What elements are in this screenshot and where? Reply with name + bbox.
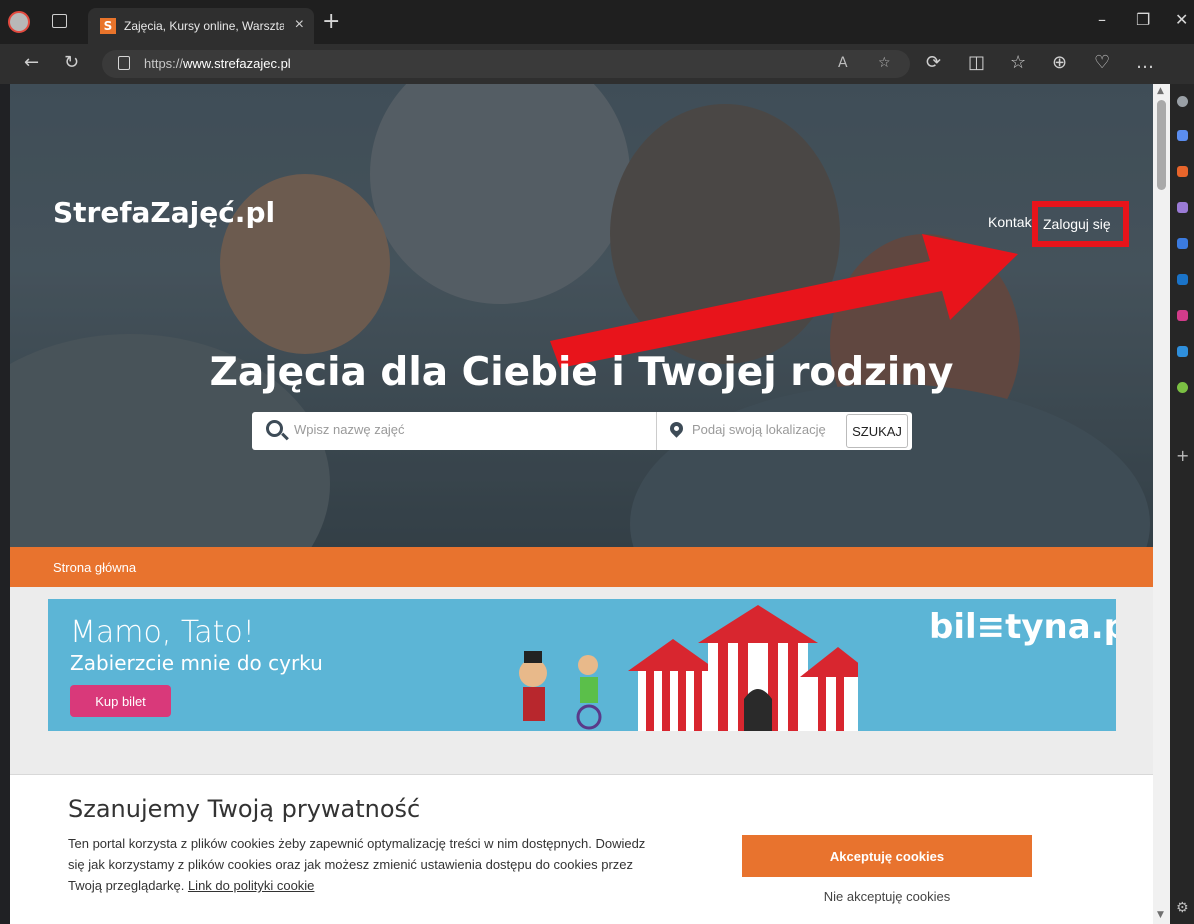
tab-close-icon[interactable]: × xyxy=(295,16,304,34)
sidebar-extension-icon[interactable] xyxy=(1177,382,1188,393)
circus-illustration xyxy=(519,605,858,731)
minimize-icon[interactable]: – xyxy=(1098,10,1106,29)
hero-title: Zajęcia dla Ciebie i Twojej rodziny xyxy=(209,350,954,395)
biletyna-logo[interactable]: bil≡tyna.pl xyxy=(929,607,1116,647)
tab-title: Zajęcia, Kursy online, Warsztaty, | xyxy=(124,19,284,33)
cookie-text: Ten portal korzysta z plików cookies żeb… xyxy=(68,833,658,896)
read-aloud-icon[interactable]: A xyxy=(838,55,848,71)
favorites-icon[interactable]: ☆ xyxy=(1010,52,1026,73)
nav-contact-link[interactable]: Kontakt xyxy=(988,214,1035,230)
sidebar-tools-icon[interactable] xyxy=(1177,166,1188,177)
tab-actions-icon[interactable] xyxy=(52,14,67,28)
browser-tab[interactable]: S Zajęcia, Kursy online, Warsztaty, | × xyxy=(88,8,314,44)
browser-tab-bar: S Zajęcia, Kursy online, Warsztaty, | × … xyxy=(0,0,1194,44)
accept-cookies-button[interactable]: Akceptuję cookies xyxy=(742,835,1032,877)
more-menu-icon[interactable]: … xyxy=(1136,52,1154,73)
scroll-up-icon[interactable]: ▲ xyxy=(1157,86,1164,96)
sidebar-search-icon[interactable] xyxy=(1177,96,1188,107)
hero-section: StrefaZajęć.pl Kontakt Zaloguj się Zajęc… xyxy=(10,84,1153,547)
site-favicon-icon: S xyxy=(100,18,116,34)
cookie-consent-panel: Szanujemy Twoją prywatność Ten portal ko… xyxy=(10,774,1153,924)
site-logo[interactable]: StrefaZajęć.pl xyxy=(53,196,275,229)
favorite-star-icon[interactable]: ☆ xyxy=(878,55,891,71)
web-page: StrefaZajęć.pl Kontakt Zaloguj się Zajęc… xyxy=(10,84,1153,924)
sidebar-outlook-icon[interactable] xyxy=(1177,274,1188,285)
scroll-down-icon[interactable]: ▼ xyxy=(1157,910,1164,920)
url-text: https://www.strefazajec.pl xyxy=(144,56,291,71)
refresh-icon[interactable]: ↻ xyxy=(64,52,79,73)
search-icon xyxy=(266,420,283,437)
activity-search-input[interactable] xyxy=(294,422,654,437)
new-tab-icon[interactable]: + xyxy=(322,9,340,34)
edge-sidebar: + ⚙ xyxy=(1170,84,1194,924)
location-pin-icon xyxy=(667,419,686,438)
address-bar[interactable]: https://www.strefazajec.pl A ☆ xyxy=(102,50,910,78)
banner-subline: Zabierzcie mnie do cyrku xyxy=(70,651,323,675)
login-link-highlight[interactable]: Zaloguj się xyxy=(1032,201,1129,247)
back-icon[interactable]: ← xyxy=(24,52,39,73)
buy-ticket-button[interactable]: Kup bilet xyxy=(70,685,171,717)
sidebar-send-icon[interactable] xyxy=(1177,346,1188,357)
lock-icon xyxy=(118,56,130,70)
collections-icon[interactable]: ⊕ xyxy=(1052,52,1067,73)
circus-ad-banner[interactable]: Mamo, Tato! Zabierzcie mnie do cyrku Kup… xyxy=(48,599,1116,731)
cookie-policy-link[interactable]: Link do polityki cookie xyxy=(188,878,314,893)
cookie-title: Szanujemy Twoją prywatność xyxy=(68,795,421,823)
sidebar-games-icon[interactable] xyxy=(1177,202,1188,213)
scrollbar-thumb[interactable] xyxy=(1157,100,1166,190)
sidebar-tag-icon[interactable] xyxy=(1177,130,1188,141)
reject-cookies-link[interactable]: Nie akceptuję cookies xyxy=(742,889,1032,904)
sidebar-copilot-icon[interactable] xyxy=(1177,238,1188,249)
profile-avatar-icon[interactable] xyxy=(8,11,30,33)
nav-login-link[interactable]: Zaloguj się xyxy=(1043,216,1111,232)
split-screen-icon[interactable]: ◫ xyxy=(968,52,985,73)
sidebar-designer-icon[interactable] xyxy=(1177,310,1188,321)
search-button[interactable]: SZUKAJ xyxy=(846,414,908,448)
location-input[interactable] xyxy=(692,422,840,437)
url-host: www.strefazajec.pl xyxy=(183,56,291,71)
red-annotation-arrow xyxy=(550,234,1018,368)
browser-nav-bar: ← ↻ https://www.strefazajec.pl A ☆ ⟳ ◫ ☆… xyxy=(0,44,1194,84)
page-scrollbar[interactable]: ▲ ▼ xyxy=(1153,84,1170,924)
cookie-description: Ten portal korzysta z plików cookies żeb… xyxy=(68,836,646,893)
sidebar-add-icon[interactable]: + xyxy=(1176,446,1189,465)
breadcrumb-home[interactable]: Strona główna xyxy=(53,560,136,575)
extensions-icon[interactable]: ⟳ xyxy=(926,52,941,73)
search-divider xyxy=(656,412,657,450)
breadcrumb: Strona główna xyxy=(10,547,1153,587)
restore-icon[interactable]: ❐ xyxy=(1136,10,1150,29)
close-window-icon[interactable]: ✕ xyxy=(1175,10,1188,29)
search-bar: SZUKAJ xyxy=(252,412,912,450)
sidebar-settings-icon[interactable]: ⚙ xyxy=(1176,900,1189,916)
browser-essentials-icon[interactable]: ♡ xyxy=(1094,52,1110,73)
url-prefix: https:// xyxy=(144,56,184,71)
banner-headline: Mamo, Tato! xyxy=(70,615,255,650)
